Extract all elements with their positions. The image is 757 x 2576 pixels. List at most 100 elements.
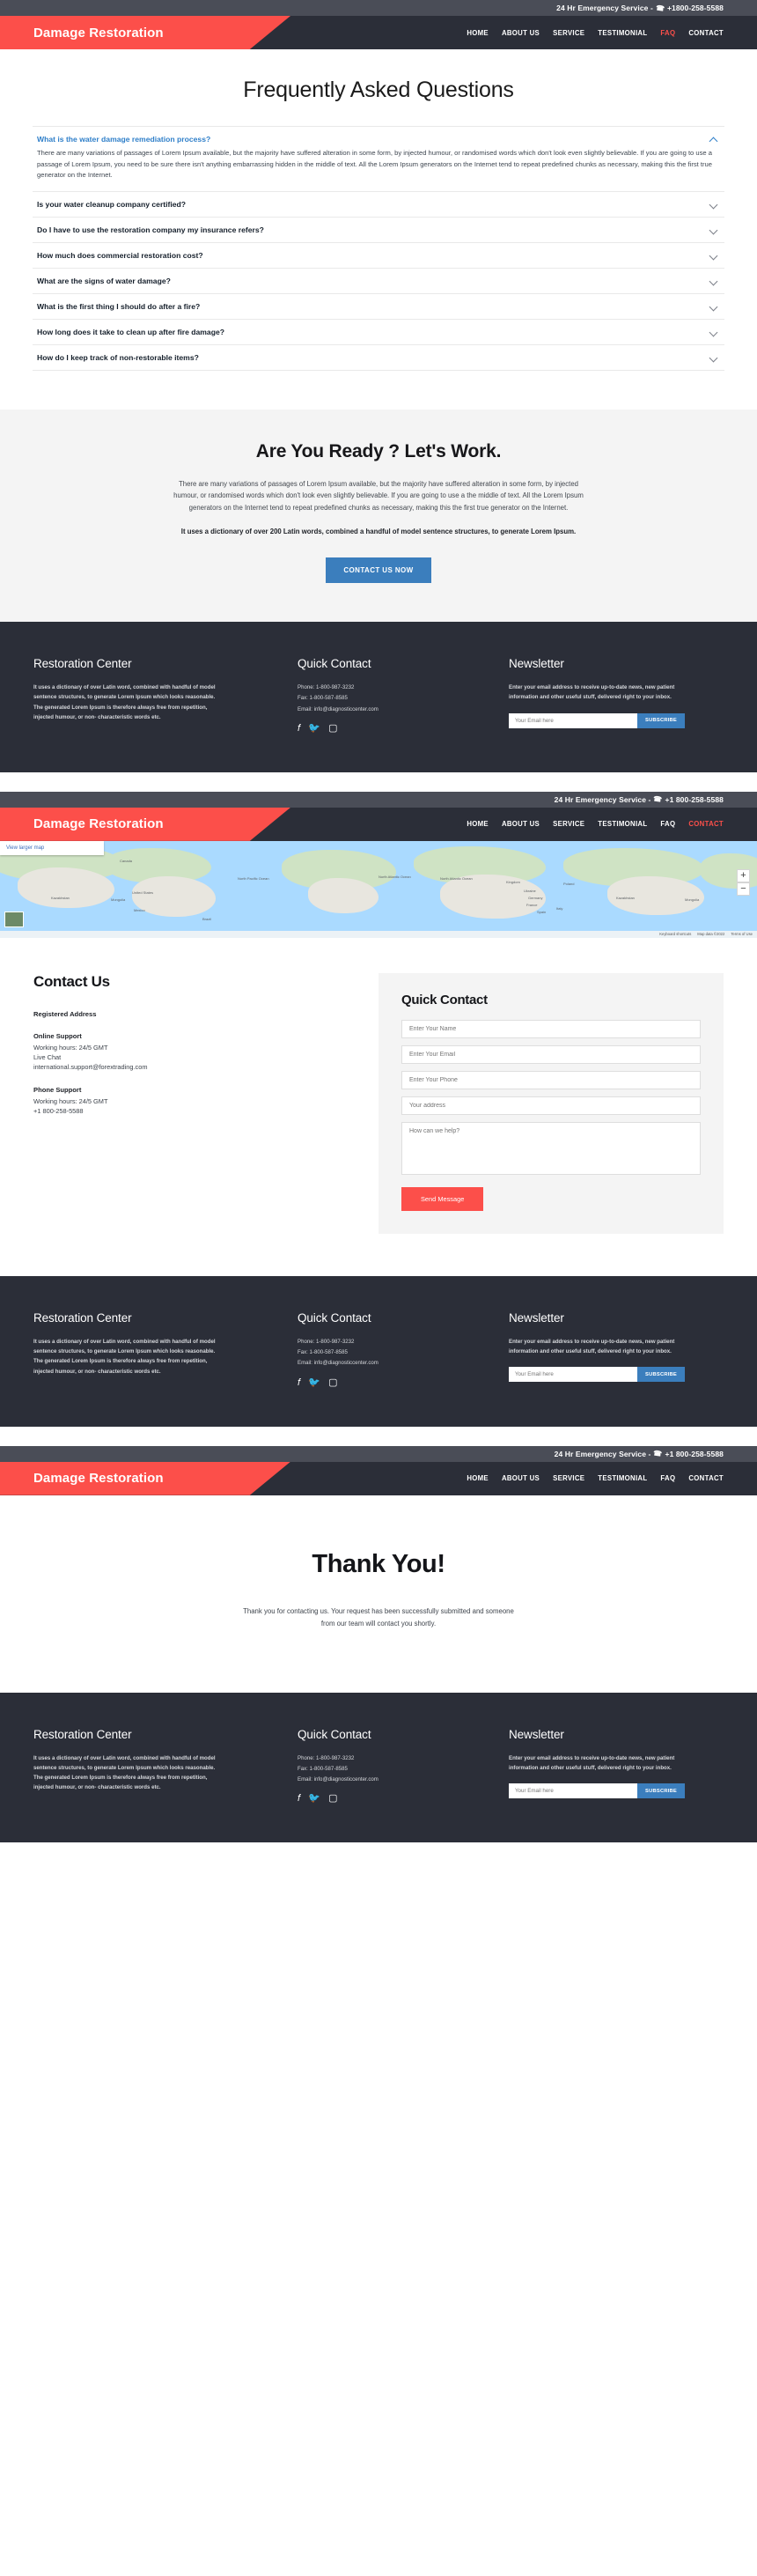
facebook-icon[interactable]: 𝑓	[298, 723, 300, 734]
emergency-phone[interactable]: +1800-258-5588	[667, 4, 724, 12]
newsletter-email-input[interactable]	[509, 1367, 638, 1383]
nav-item-about-us[interactable]: ABOUT US	[502, 1474, 540, 1482]
site-logo[interactable]: Damage Restoration	[33, 1471, 164, 1486]
facebook-icon[interactable]: 𝑓	[298, 1794, 300, 1804]
zoom-in-button[interactable]: +	[737, 868, 750, 882]
nav-item-contact[interactable]: CONTACT	[688, 1474, 724, 1482]
nav-item-faq[interactable]: FAQ	[660, 29, 675, 37]
brand-banner: Damage Restoration	[0, 16, 290, 49]
nav-item-about-us[interactable]: ABOUT US	[502, 820, 540, 828]
twitter-icon[interactable]: 🐦	[308, 1794, 320, 1804]
faq-item[interactable]: How do I keep track of non-restorable it…	[33, 343, 724, 371]
nav-item-service[interactable]: SERVICE	[553, 820, 584, 828]
map-street-view-thumbnail[interactable]	[4, 911, 24, 927]
phone-icon: ☎	[655, 3, 665, 13]
instagram-icon[interactable]: ▢	[328, 723, 337, 734]
nav-item-contact[interactable]: CONTACT	[688, 29, 724, 37]
faq-section: Frequently Asked Questions What is the w…	[0, 49, 757, 410]
faq-item[interactable]: What is the water damage remediation pro…	[33, 126, 724, 191]
emergency-label: 24 Hr Emergency Service -	[556, 4, 653, 12]
chevron-down-icon[interactable]	[709, 277, 718, 285]
site-logo[interactable]: Damage Restoration	[33, 26, 164, 41]
site-logo[interactable]: Damage Restoration	[33, 816, 164, 831]
contact-info-column: Contact Us Registered Address Online Sup…	[0, 973, 378, 1234]
nav-item-contact[interactable]: CONTACT	[688, 820, 724, 828]
phone-input[interactable]	[401, 1070, 701, 1089]
nav-item-home[interactable]: HOME	[467, 29, 489, 37]
twitter-icon[interactable]: 🐦	[308, 723, 320, 734]
emergency-phone[interactable]: +1 800-258-5588	[665, 1450, 724, 1458]
newsletter-email-input[interactable]	[509, 1783, 638, 1799]
address-input[interactable]	[401, 1096, 701, 1115]
cta-strong-paragraph: It uses a dictionary of over 200 Latin w…	[180, 528, 577, 536]
nav-item-testimonial[interactable]: TESTIMONIAL	[598, 29, 647, 37]
faq-question-row[interactable]: Do I have to use the restoration company…	[33, 218, 724, 242]
terms-of-use-link[interactable]: Terms of Use	[731, 932, 753, 936]
faq-question-row[interactable]: How long does it take to clean up after …	[33, 320, 724, 344]
faq-question-row[interactable]: What are the signs of water damage?	[33, 269, 724, 293]
footer-email[interactable]: Email: info@diagnosticcenter.com	[298, 705, 475, 714]
nav-item-faq[interactable]: FAQ	[660, 820, 675, 828]
nav-item-about-us[interactable]: ABOUT US	[502, 29, 540, 37]
nav-item-testimonial[interactable]: TESTIMONIAL	[598, 820, 647, 828]
chevron-down-icon[interactable]	[709, 353, 718, 362]
faq-item[interactable]: How much does commercial restoration cos…	[33, 241, 724, 268]
faq-item[interactable]: How long does it take to clean up after …	[33, 318, 724, 344]
top-emergency-bar: 24 Hr Emergency Service - ☎ +1 800-258-5…	[0, 791, 757, 808]
footer-about-column: Restoration Center It uses a dictionary …	[0, 1311, 264, 1388]
footer-email[interactable]: Email: info@diagnosticcenter.com	[298, 1358, 475, 1368]
chevron-down-icon[interactable]	[709, 251, 718, 260]
chevron-down-icon[interactable]	[709, 302, 718, 311]
map-data-attribution: Map data ©2022	[697, 932, 725, 937]
nav-item-faq[interactable]: FAQ	[660, 1474, 675, 1482]
instagram-icon[interactable]: ▢	[328, 1377, 337, 1388]
faq-question-row[interactable]: How do I keep track of non-restorable it…	[33, 345, 724, 370]
map-zoom-controls: + −	[737, 868, 750, 896]
nav-item-service[interactable]: SERVICE	[553, 1474, 584, 1482]
email-input[interactable]	[401, 1044, 701, 1064]
name-input[interactable]	[401, 1019, 701, 1038]
faq-item[interactable]: Is your water cleanup company certified?	[33, 190, 724, 217]
faq-item[interactable]: What is the first thing I should do afte…	[33, 292, 724, 319]
subscribe-button[interactable]: SUBSCRIBE	[637, 1783, 685, 1799]
nav-item-home[interactable]: HOME	[467, 1474, 489, 1482]
chevron-down-icon[interactable]	[709, 328, 718, 336]
footer-email[interactable]: Email: info@diagnosticcenter.com	[298, 1775, 475, 1784]
chevron-up-icon[interactable]	[709, 135, 718, 144]
faq-item[interactable]: What are the signs of water damage?	[33, 267, 724, 293]
primary-nav: HOME ABOUT US SERVICE TESTIMONIAL FAQ CO…	[467, 820, 724, 828]
live-chat-link[interactable]: Live Chat	[33, 1052, 378, 1062]
facebook-icon[interactable]: 𝑓	[298, 1377, 300, 1388]
location-map[interactable]: Canada United States Mexico Brazil Kazak…	[0, 840, 757, 938]
faq-item[interactable]: Do I have to use the restoration company…	[33, 216, 724, 242]
send-message-button[interactable]: Send Message	[401, 1186, 484, 1211]
nav-item-testimonial[interactable]: TESTIMONIAL	[598, 1474, 647, 1482]
quick-contact-heading: Quick Contact	[401, 992, 488, 1008]
nav-item-service[interactable]: SERVICE	[553, 29, 584, 37]
message-textarea[interactable]	[401, 1121, 701, 1175]
chevron-down-icon[interactable]	[709, 200, 718, 209]
faq-question-row[interactable]: How much does commercial restoration cos…	[33, 243, 724, 268]
main-navbar: Damage Restoration HOME ABOUT US SERVICE…	[0, 16, 757, 49]
chevron-down-icon[interactable]	[709, 225, 718, 234]
view-larger-map-link[interactable]: View larger map	[0, 840, 104, 855]
instagram-icon[interactable]: ▢	[328, 1794, 337, 1804]
subscribe-button[interactable]: SUBSCRIBE	[637, 712, 685, 728]
cta-paragraph: There are many variations of passages of…	[173, 479, 584, 512]
contact-us-now-button[interactable]: CONTACT US NOW	[326, 557, 431, 584]
newsletter-email-input[interactable]	[509, 712, 638, 728]
nav-item-home[interactable]: HOME	[467, 820, 489, 828]
faq-question-row[interactable]: What is the first thing I should do afte…	[33, 294, 724, 319]
emergency-phone[interactable]: +1 800-258-5588	[665, 795, 724, 804]
phone-support-number[interactable]: +1 800-258-5588	[33, 1106, 378, 1116]
phone-support-block: Phone Support Working hours: 24/5 GMT +1…	[33, 1086, 378, 1116]
footer-newsletter-heading: Newsletter	[509, 1310, 564, 1325]
keyboard-shortcuts-link[interactable]: Keyboard shortcuts	[659, 932, 691, 936]
faq-question-row[interactable]: Is your water cleanup company certified?	[33, 192, 724, 217]
zoom-out-button[interactable]: −	[737, 882, 750, 896]
subscribe-button[interactable]: SUBSCRIBE	[637, 1367, 685, 1383]
online-support-email[interactable]: international.support@forextrading.com	[33, 1062, 378, 1072]
faq-question-row[interactable]: What is the water damage remediation pro…	[33, 127, 724, 148]
twitter-icon[interactable]: 🐦	[308, 1377, 320, 1388]
top-emergency-bar: 24 Hr Emergency Service - ☎ +1 800-258-5…	[0, 1445, 757, 1462]
